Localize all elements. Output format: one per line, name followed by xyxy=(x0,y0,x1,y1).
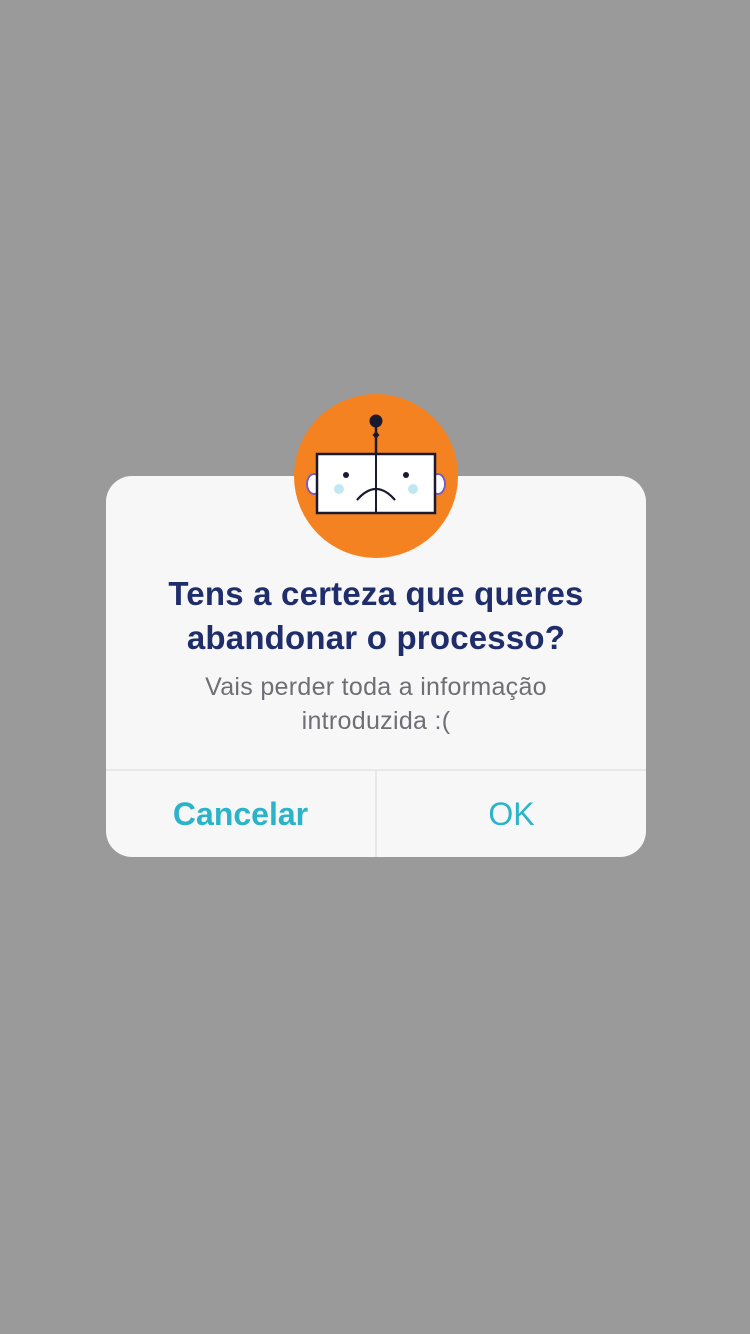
ok-button[interactable]: OK xyxy=(377,771,646,857)
sad-robot-icon xyxy=(294,394,458,558)
cancel-button[interactable]: Cancelar xyxy=(106,771,375,857)
dialog-title-line-1: Tens a certeza que queres xyxy=(168,575,584,612)
dialog-title-line-2: abandonar o processo? xyxy=(186,619,566,656)
dialog-message: Vais perder toda a informação introduzid… xyxy=(146,670,606,738)
dialog-title: Tens a certeza que queres abandonar o pr… xyxy=(126,572,626,660)
dialog-message-line-1: Vais perder toda a informação xyxy=(205,673,547,701)
dialog-message-line-2: introduzida :( xyxy=(301,707,451,735)
